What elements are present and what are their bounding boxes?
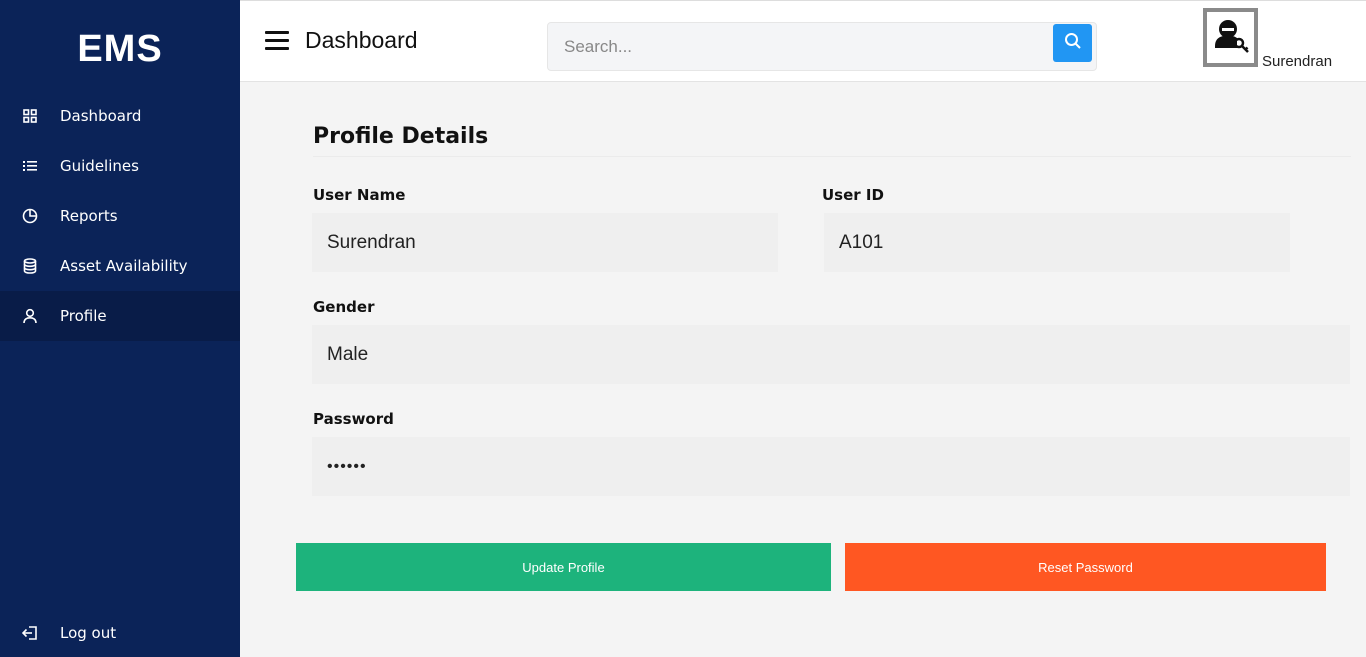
menu-line bbox=[265, 39, 289, 42]
sidebar-item-label: Dashboard bbox=[60, 107, 142, 125]
search-icon bbox=[1064, 32, 1082, 54]
logout-button[interactable]: Log out bbox=[0, 609, 240, 657]
user-avatar[interactable] bbox=[1203, 8, 1258, 67]
sidebar-item-label: Reports bbox=[60, 207, 118, 225]
sidebar-item-label: Guidelines bbox=[60, 157, 139, 175]
sidebar: EMS Dashboard Guidelines Reports Asset A… bbox=[0, 0, 240, 657]
search-input[interactable] bbox=[548, 23, 1048, 70]
gender-field[interactable]: Male bbox=[312, 325, 1350, 384]
logout-label: Log out bbox=[60, 624, 117, 642]
sidebar-item-reports[interactable]: Reports bbox=[0, 191, 240, 241]
username-label: User Name bbox=[313, 186, 406, 204]
password-label: Password bbox=[313, 410, 394, 428]
user-key-icon bbox=[1214, 19, 1249, 53]
sidebar-item-asset-availability[interactable]: Asset Availability bbox=[0, 241, 240, 291]
section-divider bbox=[313, 156, 1351, 157]
grid-icon bbox=[22, 108, 38, 124]
search-bar bbox=[547, 22, 1097, 71]
sidebar-nav: Dashboard Guidelines Reports Asset Avail… bbox=[0, 91, 240, 341]
reset-password-button[interactable]: Reset Password bbox=[845, 543, 1326, 591]
hamburger-menu-button[interactable] bbox=[265, 31, 289, 51]
menu-line bbox=[265, 47, 289, 50]
user-icon bbox=[22, 308, 38, 324]
sidebar-item-label: Profile bbox=[60, 307, 107, 325]
header-username: Surendran bbox=[1262, 53, 1333, 70]
database-icon bbox=[22, 258, 38, 274]
page-title: Dashboard bbox=[305, 27, 418, 53]
sidebar-item-guidelines[interactable]: Guidelines bbox=[0, 141, 240, 191]
logout-icon bbox=[21, 625, 38, 641]
list-icon bbox=[22, 158, 38, 174]
sidebar-item-dashboard[interactable]: Dashboard bbox=[0, 91, 240, 141]
userid-label: User ID bbox=[822, 186, 884, 204]
pie-chart-icon bbox=[22, 208, 38, 224]
userid-field[interactable]: A101 bbox=[824, 213, 1290, 272]
profile-section-title: Profile Details bbox=[313, 124, 489, 149]
app-logo: EMS bbox=[77, 28, 163, 70]
sidebar-item-label: Asset Availability bbox=[60, 257, 188, 275]
update-profile-button[interactable]: Update Profile bbox=[296, 543, 831, 591]
top-header: Dashboard Surendran bbox=[240, 0, 1366, 82]
username-field[interactable]: Surendran bbox=[312, 213, 778, 272]
search-button[interactable] bbox=[1053, 24, 1092, 62]
password-field[interactable]: •••••• bbox=[312, 437, 1350, 496]
menu-line bbox=[265, 31, 289, 34]
sidebar-item-profile[interactable]: Profile bbox=[0, 291, 240, 341]
gender-label: Gender bbox=[313, 298, 375, 316]
